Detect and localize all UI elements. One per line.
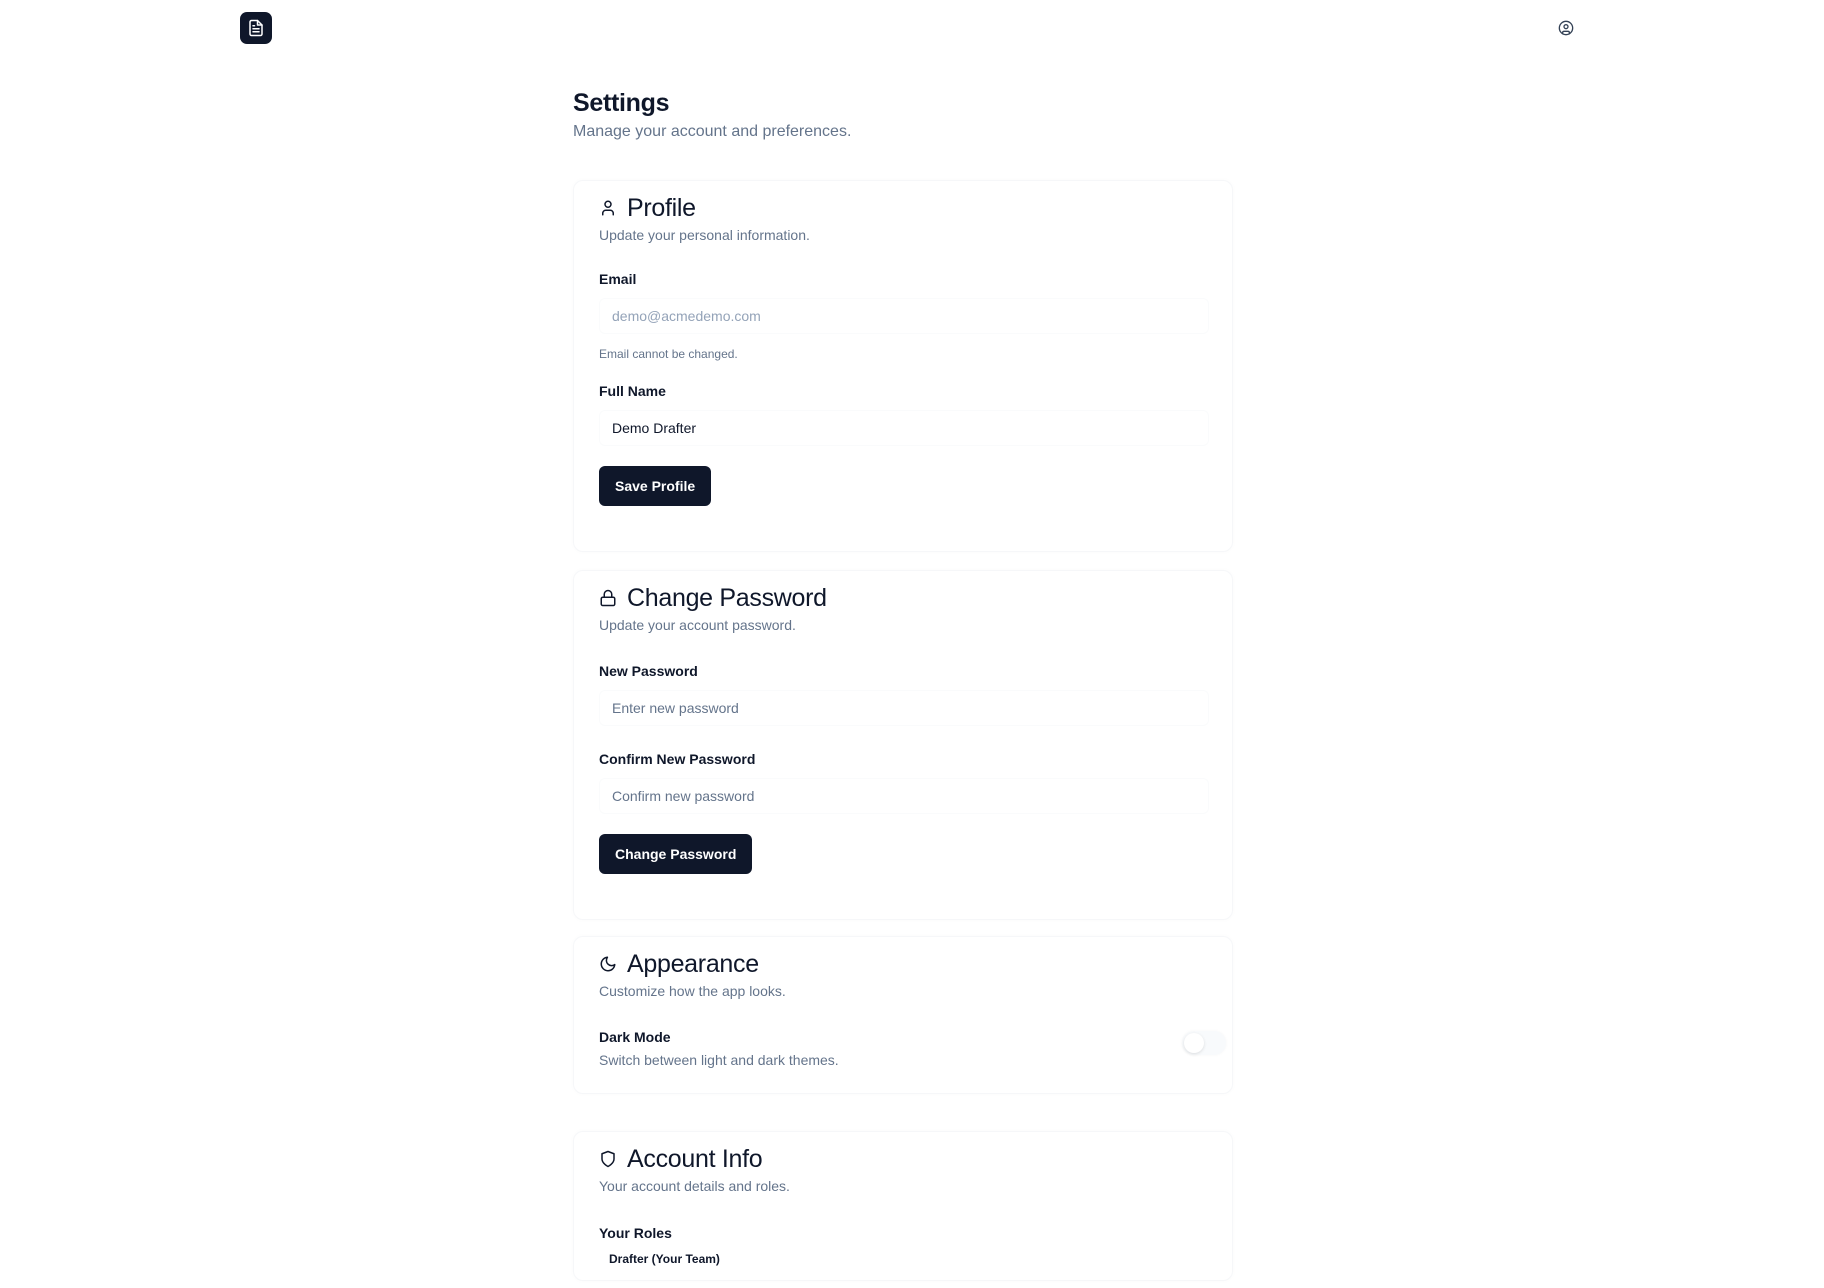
account-card-header: Account Info	[599, 1144, 1232, 1174]
dark-mode-description: Switch between light and dark themes.	[599, 1052, 839, 1068]
account-info-card: Account Info Your account details and ro…	[573, 1131, 1233, 1281]
file-text-icon	[249, 19, 263, 37]
appearance-card-header: Appearance	[599, 949, 1232, 979]
top-bar	[0, 0, 1824, 58]
confirm-password-field[interactable]	[599, 778, 1209, 814]
save-profile-button[interactable]: Save Profile	[599, 466, 712, 506]
card-subtitle: Update your account password.	[599, 617, 796, 633]
app-logo[interactable]	[240, 12, 272, 44]
password-card-header: Change Password	[599, 583, 1232, 613]
profile-card: Profile Update your personal information…	[573, 180, 1233, 552]
page-title: Settings	[573, 89, 670, 117]
card-title: Account Info	[627, 1144, 763, 1173]
roles-label: Your Roles	[599, 1225, 672, 1241]
card-title: Appearance	[627, 949, 759, 978]
card-title: Profile	[627, 193, 696, 222]
profile-card-header: Profile	[599, 193, 1232, 223]
user-icon	[602, 200, 614, 216]
page-subtitle: Manage your account and preferences.	[573, 123, 852, 140]
card-title: Change Password	[627, 583, 827, 612]
page-header: Settings Manage your account and prefere…	[573, 88, 1233, 142]
full-name-label: Full Name	[599, 383, 666, 399]
email-field[interactable]	[599, 298, 1209, 334]
user-menu-button[interactable]	[1555, 17, 1577, 39]
dark-mode-label: Dark Mode	[599, 1029, 671, 1045]
lock-icon	[600, 589, 616, 607]
email-hint: Email cannot be changed.	[599, 347, 738, 361]
toggle-knob	[1184, 1033, 1204, 1053]
moon-icon	[600, 956, 616, 972]
change-password-card: Change Password Update your account pass…	[573, 570, 1233, 920]
change-password-button[interactable]: Change Password	[599, 834, 753, 874]
card-subtitle: Your account details and roles.	[599, 1178, 790, 1194]
new-password-field[interactable]	[599, 690, 1209, 726]
dark-mode-toggle[interactable]	[1182, 1031, 1226, 1055]
appearance-card: Appearance Customize how the app looks. …	[573, 936, 1233, 1094]
card-subtitle: Customize how the app looks.	[599, 983, 786, 999]
shield-icon	[601, 1150, 615, 1168]
new-password-label: New Password	[599, 663, 698, 679]
confirm-password-label: Confirm New Password	[599, 751, 756, 767]
card-subtitle: Update your personal information.	[599, 227, 810, 243]
email-label: Email	[599, 271, 637, 287]
role-badge: Drafter (Your Team)	[599, 1248, 730, 1270]
full-name-field[interactable]	[599, 410, 1209, 446]
user-circle-icon	[1558, 20, 1574, 36]
